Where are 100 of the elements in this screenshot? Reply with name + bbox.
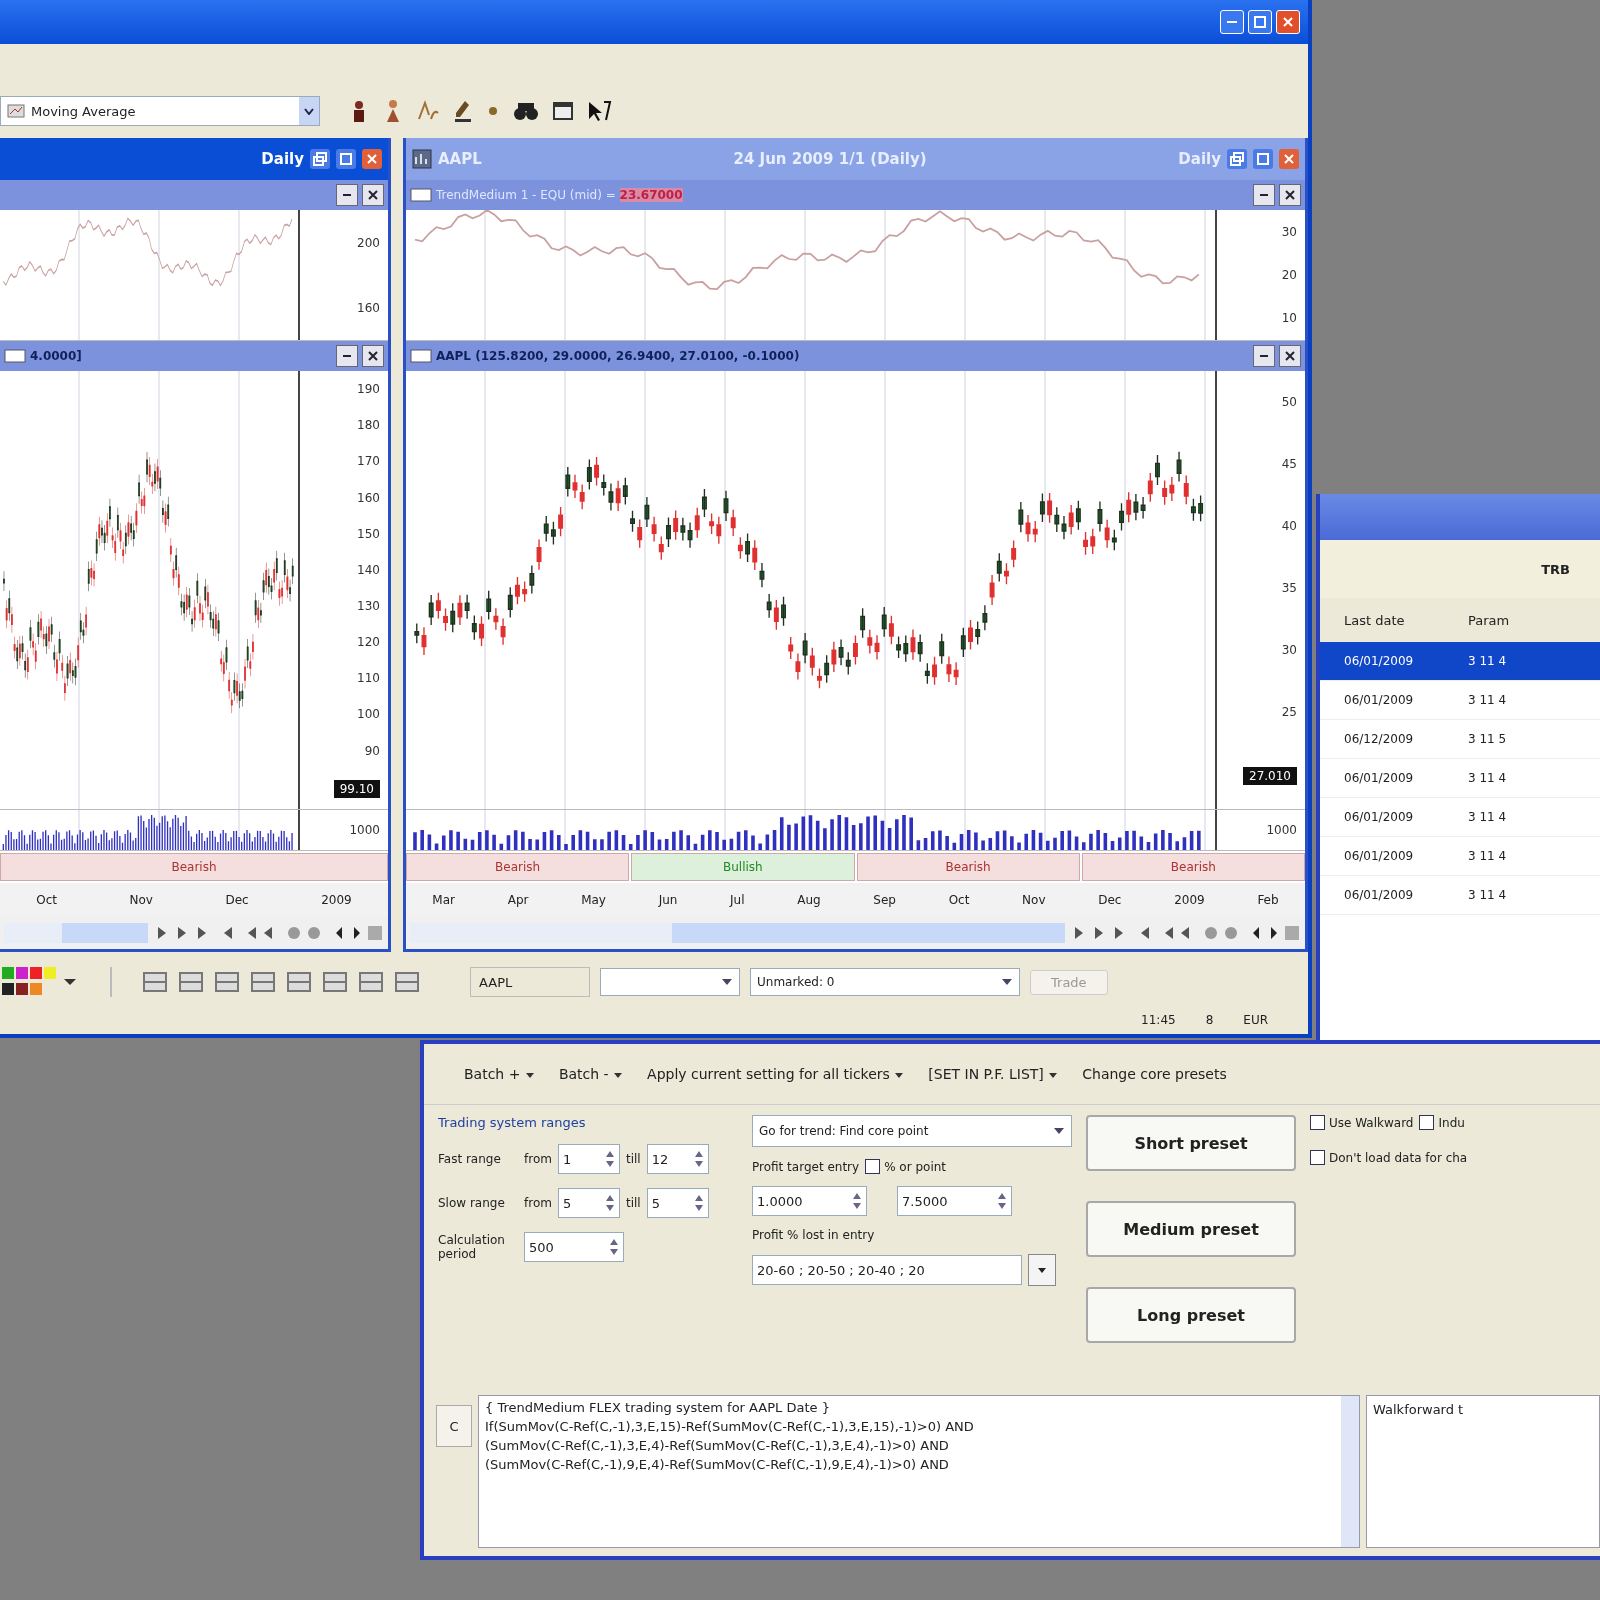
code-button[interactable]: C bbox=[436, 1405, 472, 1447]
preset-button[interactable]: Long preset bbox=[1086, 1287, 1296, 1343]
panel-icon[interactable] bbox=[410, 349, 432, 363]
indicator-dropdown[interactable]: Moving Average bbox=[0, 96, 320, 126]
cursor-icon[interactable] bbox=[586, 99, 612, 123]
axis-label: 180 bbox=[357, 418, 380, 433]
axis-label: 40 bbox=[1281, 519, 1297, 533]
scrollbar-thumb[interactable] bbox=[410, 923, 1065, 943]
axis-label: 1000 bbox=[1266, 823, 1297, 837]
window-layout-icon[interactable] bbox=[394, 970, 420, 994]
column-header[interactable]: Last date bbox=[1320, 612, 1460, 628]
table-row[interactable]: 06/01/2009 3 11 4 bbox=[1320, 876, 1600, 915]
checkbox[interactable]: % or point bbox=[865, 1159, 947, 1174]
close-button[interactable] bbox=[1279, 184, 1301, 206]
preset-button[interactable]: Short preset bbox=[1086, 1115, 1296, 1171]
axis-label: Oct bbox=[948, 893, 970, 907]
table-row[interactable]: 06/01/2009 3 11 4 bbox=[1320, 642, 1600, 681]
filter-label[interactable]: TRB bbox=[1541, 561, 1570, 577]
menu-button[interactable]: Apply current setting for all tickers bbox=[647, 1066, 905, 1082]
maximize-button[interactable] bbox=[1248, 10, 1272, 34]
scrollbar[interactable] bbox=[1341, 1396, 1359, 1547]
spin-field[interactable]: 5 bbox=[557, 1188, 620, 1218]
spin-field[interactable]: 12 bbox=[646, 1144, 709, 1174]
period-label: Daily bbox=[261, 150, 304, 168]
restore-button[interactable] bbox=[310, 149, 330, 169]
code-editor[interactable] bbox=[478, 1395, 1360, 1548]
minus-icon bbox=[343, 355, 351, 357]
window-layout-icon[interactable] bbox=[142, 970, 168, 994]
panel-icon[interactable] bbox=[410, 188, 432, 202]
preset-button[interactable]: Medium preset bbox=[1086, 1201, 1296, 1257]
code-line: (SumMov(C-Ref(C,-1),3,E,4)-Ref(SumMov(C-Ref(C,-1),3,E,4),-1)>0) AND bbox=[485, 1438, 950, 1453]
field-label: from bbox=[524, 1196, 552, 1210]
menu-link[interactable]: Change core presets bbox=[1082, 1066, 1227, 1082]
chart-icon bbox=[412, 149, 432, 169]
dropdown[interactable] bbox=[600, 968, 740, 996]
maximize-button[interactable] bbox=[336, 149, 356, 169]
indicator-label: TrendMedium 1 - EQU (mid) = 23.67000 bbox=[436, 188, 683, 202]
close-button[interactable] bbox=[362, 184, 384, 206]
ticker-field[interactable]: AAPL bbox=[470, 967, 590, 997]
mode-dropdown[interactable]: Go for trend: Find core point bbox=[752, 1115, 1072, 1147]
table-cell-text: 3 11 4 bbox=[1467, 771, 1507, 785]
caret-icon bbox=[1001, 978, 1013, 986]
close-icon bbox=[1284, 154, 1294, 164]
pen-icon[interactable] bbox=[452, 99, 474, 123]
menu-button[interactable]: Batch - bbox=[558, 1066, 624, 1082]
text-field[interactable]: 20-60 ; 20-50 ; 20-40 ; 20 bbox=[752, 1255, 1022, 1285]
close-icon bbox=[368, 351, 378, 361]
window-layout-icon[interactable] bbox=[250, 970, 276, 994]
last-price-label: 27.010 bbox=[1243, 767, 1297, 785]
axis-label: Oct bbox=[36, 893, 57, 907]
menu-button[interactable]: Batch + bbox=[464, 1066, 535, 1082]
spin-field[interactable]: 7.5000 bbox=[897, 1186, 1012, 1216]
window-layout-icon[interactable] bbox=[358, 970, 384, 994]
axis-label: 130 bbox=[357, 599, 380, 613]
table-cell-text: 3 11 4 bbox=[1467, 810, 1507, 824]
column-header[interactable]: Param bbox=[1460, 612, 1510, 628]
checkbox[interactable]: Use Walkward bbox=[1310, 1115, 1414, 1130]
axis-label: Nov bbox=[129, 893, 153, 907]
status-text: 8 bbox=[1205, 1013, 1214, 1027]
checkbox[interactable]: Indu bbox=[1419, 1115, 1465, 1130]
pattern-band: Bearish bbox=[406, 853, 630, 881]
field-label: Profit target entry bbox=[752, 1159, 860, 1174]
minimize-button[interactable] bbox=[336, 345, 358, 367]
window-icon[interactable] bbox=[552, 99, 574, 123]
table-row[interactable]: 06/01/2009 3 11 4 bbox=[1320, 759, 1600, 798]
dropdown-button[interactable] bbox=[1028, 1254, 1056, 1286]
field-label: Profit % lost in entry bbox=[752, 1228, 876, 1242]
table-row[interactable]: 06/12/2009 3 11 5 bbox=[1320, 720, 1600, 759]
maximize-button[interactable] bbox=[1253, 149, 1273, 169]
axis-label: 140 bbox=[357, 562, 380, 577]
checkbox[interactable]: Don't load data for cha bbox=[1310, 1150, 1586, 1165]
table-row[interactable]: 06/01/2009 3 11 4 bbox=[1320, 681, 1600, 720]
chart-caption: 24 Jun 2009 1/1 (Daily) bbox=[733, 150, 927, 168]
table-row[interactable]: 06/01/2009 3 11 4 bbox=[1320, 798, 1600, 837]
window-layout-icon[interactable] bbox=[214, 970, 240, 994]
menu-button[interactable]: [SET IN P.F. LIST] bbox=[928, 1066, 1059, 1082]
minimize-button[interactable] bbox=[1253, 184, 1275, 206]
close-button[interactable] bbox=[1279, 345, 1301, 367]
panel-icon[interactable] bbox=[4, 349, 26, 363]
table-row[interactable]: 06/01/2009 3 11 4 bbox=[1320, 837, 1600, 876]
window-layout-icon[interactable] bbox=[178, 970, 204, 994]
spin-field[interactable]: 1.0000 bbox=[752, 1186, 867, 1216]
window-layout-icon[interactable] bbox=[286, 970, 312, 994]
minimize-button[interactable] bbox=[336, 184, 358, 206]
table-cell-text: 06/01/2009 bbox=[1343, 888, 1415, 902]
close-button[interactable] bbox=[362, 345, 384, 367]
restore-button[interactable] bbox=[1227, 149, 1247, 169]
spin-field[interactable]: 1 bbox=[557, 1144, 620, 1174]
minus-icon bbox=[1260, 355, 1268, 357]
group-title: Trading system ranges bbox=[438, 1115, 587, 1130]
scrollbar-thumb[interactable] bbox=[4, 923, 148, 943]
minimize-button[interactable] bbox=[1253, 345, 1275, 367]
filter-dropdown[interactable]: Unmarked: 0 bbox=[750, 968, 1020, 996]
spin-field[interactable]: 500 bbox=[524, 1232, 624, 1262]
restore-icon bbox=[313, 152, 327, 166]
chart-title-bar[interactable]: Daily bbox=[0, 138, 388, 180]
spin-field[interactable]: 5 bbox=[646, 1188, 709, 1218]
axis-label: 35 bbox=[1281, 581, 1297, 595]
spin-arrows-icon bbox=[997, 1191, 1007, 1211]
window-layout-icon[interactable] bbox=[322, 970, 348, 994]
